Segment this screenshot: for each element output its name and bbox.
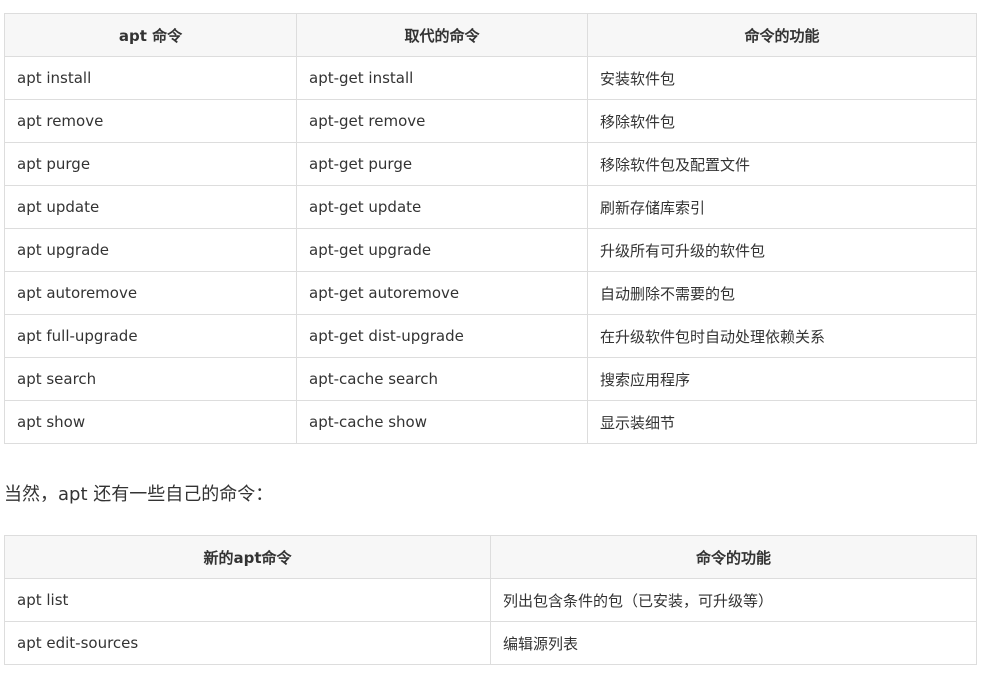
replaced-command-cell: apt-get install bbox=[296, 56, 588, 100]
intro-paragraph: 当然，apt 还有一些自己的命令： bbox=[4, 484, 274, 505]
replaced-command-cell: apt-get remove bbox=[296, 99, 588, 143]
replaced-command-cell: apt-cache show bbox=[296, 400, 588, 444]
apt-command-cell: apt purge bbox=[4, 142, 297, 186]
apt-commands-table: apt 命令 取代的命令 命令的功能 apt install apt-get i… bbox=[4, 13, 977, 444]
table-row: apt full-upgrade apt-get dist-upgrade 在升… bbox=[4, 314, 977, 358]
table-row: apt show apt-cache show 显示装细节 bbox=[4, 400, 977, 444]
table-row: apt autoremove apt-get autoremove 自动删除不需… bbox=[4, 271, 977, 315]
function-cell: 移除软件包 bbox=[587, 99, 977, 143]
apt-command-cell: apt update bbox=[4, 185, 297, 229]
apt-command-cell: apt autoremove bbox=[4, 271, 297, 315]
table-row: apt search apt-cache search 搜索应用程序 bbox=[4, 357, 977, 401]
table-header-row: 新的apt命令 命令的功能 bbox=[4, 535, 977, 579]
function-cell: 在升级软件包时自动处理依赖关系 bbox=[587, 314, 977, 358]
function-cell: 列出包含条件的包（已安装，可升级等） bbox=[490, 578, 977, 622]
header-command-function: 命令的功能 bbox=[490, 535, 977, 579]
replaced-command-cell: apt-get dist-upgrade bbox=[296, 314, 588, 358]
table-row: apt list 列出包含条件的包（已安装，可升级等） bbox=[4, 578, 977, 622]
table-row: apt remove apt-get remove 移除软件包 bbox=[4, 99, 977, 143]
apt-command-cell: apt list bbox=[4, 578, 491, 622]
table-row: apt edit-sources 编辑源列表 bbox=[4, 621, 977, 665]
replaced-command-cell: apt-get purge bbox=[296, 142, 588, 186]
replaced-command-cell: apt-get autoremove bbox=[296, 271, 588, 315]
header-apt-command: apt 命令 bbox=[4, 13, 297, 57]
function-cell: 自动删除不需要的包 bbox=[587, 271, 977, 315]
header-new-apt-command: 新的apt命令 bbox=[4, 535, 491, 579]
apt-command-cell: apt full-upgrade bbox=[4, 314, 297, 358]
function-cell: 搜索应用程序 bbox=[587, 357, 977, 401]
apt-command-cell: apt remove bbox=[4, 99, 297, 143]
apt-command-cell: apt search bbox=[4, 357, 297, 401]
function-cell: 移除软件包及配置文件 bbox=[587, 142, 977, 186]
header-command-function: 命令的功能 bbox=[587, 13, 977, 57]
table-header-row: apt 命令 取代的命令 命令的功能 bbox=[4, 13, 977, 57]
function-cell: 显示装细节 bbox=[587, 400, 977, 444]
table-row: apt install apt-get install 安装软件包 bbox=[4, 56, 977, 100]
apt-command-cell: apt edit-sources bbox=[4, 621, 491, 665]
table-row: apt purge apt-get purge 移除软件包及配置文件 bbox=[4, 142, 977, 186]
header-replaced-command: 取代的命令 bbox=[296, 13, 588, 57]
replaced-command-cell: apt-get upgrade bbox=[296, 228, 588, 272]
function-cell: 升级所有可升级的软件包 bbox=[587, 228, 977, 272]
replaced-command-cell: apt-cache search bbox=[296, 357, 588, 401]
function-cell: 刷新存储库索引 bbox=[587, 185, 977, 229]
replaced-command-cell: apt-get update bbox=[296, 185, 588, 229]
table-row: apt update apt-get update 刷新存储库索引 bbox=[4, 185, 977, 229]
function-cell: 编辑源列表 bbox=[490, 621, 977, 665]
apt-command-cell: apt show bbox=[4, 400, 297, 444]
new-apt-commands-table: 新的apt命令 命令的功能 apt list 列出包含条件的包（已安装，可升级等… bbox=[4, 535, 977, 665]
function-cell: 安装软件包 bbox=[587, 56, 977, 100]
table-row: apt upgrade apt-get upgrade 升级所有可升级的软件包 bbox=[4, 228, 977, 272]
apt-command-cell: apt install bbox=[4, 56, 297, 100]
apt-command-cell: apt upgrade bbox=[4, 228, 297, 272]
